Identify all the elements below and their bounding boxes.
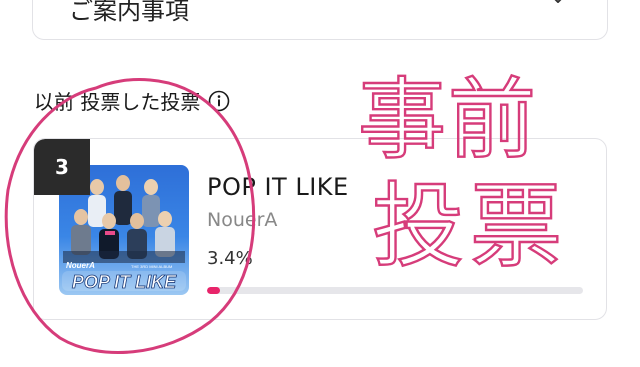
section-header: 以前 投票した投票 bbox=[34, 86, 230, 115]
rank-badge: 3 bbox=[34, 139, 90, 195]
vote-percentage: 3.4% bbox=[207, 248, 253, 269]
album-logo-text: NouerA bbox=[66, 261, 95, 270]
notice-dropdown-label: ご案内事項 bbox=[69, 0, 189, 25]
vote-progress-bar bbox=[207, 287, 583, 294]
previous-vote-card[interactable]: 3 NouerA THE 3RD MINI ALBUM POP IT LIKE … bbox=[33, 138, 607, 320]
album-subtitle: THE 3RD MINI ALBUM bbox=[131, 264, 172, 269]
song-title: POP IT LIKE bbox=[207, 173, 349, 201]
chevron-down-icon bbox=[554, 0, 562, 3]
section-title: 以前 投票した投票 bbox=[34, 90, 201, 114]
artist-name: NouerA bbox=[207, 209, 278, 231]
vote-progress-fill bbox=[207, 287, 220, 294]
info-icon[interactable] bbox=[208, 90, 230, 112]
page: ご案内事項 以前 投票した投票 3 NouerA THE 3RD MINI AL… bbox=[0, 0, 640, 367]
notice-dropdown[interactable]: ご案内事項 bbox=[32, 0, 608, 40]
album-title-text: POP IT LIKE bbox=[72, 272, 177, 292]
